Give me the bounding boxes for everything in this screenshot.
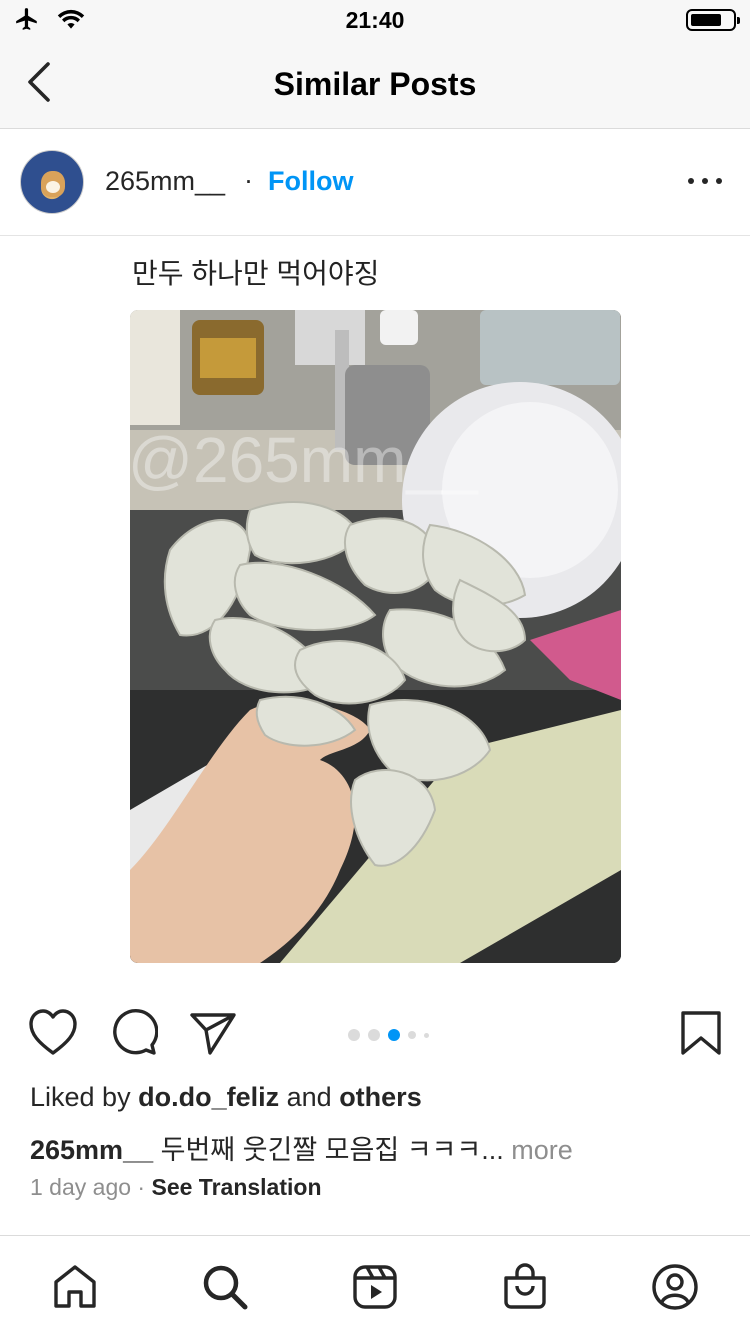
carousel-dot [408, 1031, 416, 1039]
carousel-dot [368, 1029, 380, 1041]
caption-username[interactable]: 265mm__ [30, 1135, 153, 1165]
tab-profile[interactable] [650, 1262, 700, 1312]
bookmark-icon [681, 1011, 721, 1055]
navigation-bar: Similar Posts [0, 40, 750, 129]
post-meta: 1 day ago · See Translation [30, 1174, 322, 1201]
post-actions [0, 1005, 750, 1065]
shop-icon [504, 1263, 546, 1309]
like-button[interactable] [28, 1005, 78, 1061]
carousel-indicator [348, 1029, 429, 1041]
heart-icon [29, 1009, 77, 1055]
see-translation-link[interactable]: See Translation [151, 1174, 321, 1200]
follow-button[interactable]: Follow [268, 166, 353, 197]
image-caption-text: 만두 하나만 먹어야징 [132, 258, 380, 289]
tab-reels[interactable] [350, 1262, 400, 1312]
separator-dot: · [244, 165, 253, 195]
send-icon [190, 1013, 236, 1055]
likes-others-link[interactable]: others [339, 1082, 422, 1112]
status-time: 21:40 [345, 7, 405, 33]
bottom-tab-bar [0, 1235, 750, 1334]
likes-text: Liked by do.do_feliz and others [30, 1082, 422, 1113]
post-caption: 265mm__ 두번째 웃긴짤 모음집 ㅋㅋㅋ... more [30, 1128, 573, 1167]
avatar[interactable] [20, 150, 84, 214]
home-icon [54, 1265, 96, 1308]
post-username[interactable]: 265mm__ [105, 166, 225, 197]
tab-search[interactable] [200, 1262, 250, 1312]
comment-button[interactable] [108, 1005, 159, 1061]
more-options-button[interactable] [688, 170, 722, 190]
share-button[interactable] [188, 1005, 238, 1061]
status-bar: 21:40 [0, 0, 750, 40]
save-button[interactable] [676, 1005, 726, 1061]
post-timestamp: 1 day ago [30, 1174, 132, 1200]
comment-icon [113, 1008, 159, 1055]
watermark-text: @265mm__ [130, 424, 479, 496]
carousel-dot [348, 1029, 360, 1041]
avatar-face-shape [46, 181, 60, 193]
carousel-dot [424, 1032, 429, 1038]
page-title: Similar Posts [273, 66, 477, 102]
liked-by-user[interactable]: do.do_feliz [138, 1082, 279, 1112]
post-header: 265mm__ · Follow [0, 130, 750, 236]
search-icon [203, 1265, 248, 1310]
profile-icon [652, 1264, 698, 1310]
caption-more-link[interactable]: more [511, 1135, 573, 1165]
likes-prefix: Liked by [30, 1082, 131, 1112]
photo-scene: @265mm__ [130, 310, 621, 963]
tab-shop[interactable] [500, 1262, 550, 1312]
meta-separator: · [137, 1174, 146, 1200]
caption-text: 두번째 웃긴짤 모음집 ㅋㅋㅋ... [160, 1135, 504, 1165]
post-photo[interactable]: @265mm__ [130, 310, 621, 963]
likes-and: and [286, 1082, 332, 1112]
tab-home[interactable] [50, 1262, 100, 1312]
reels-icon [353, 1265, 397, 1309]
carousel-dot-active [388, 1029, 400, 1041]
battery-icon [686, 9, 740, 31]
